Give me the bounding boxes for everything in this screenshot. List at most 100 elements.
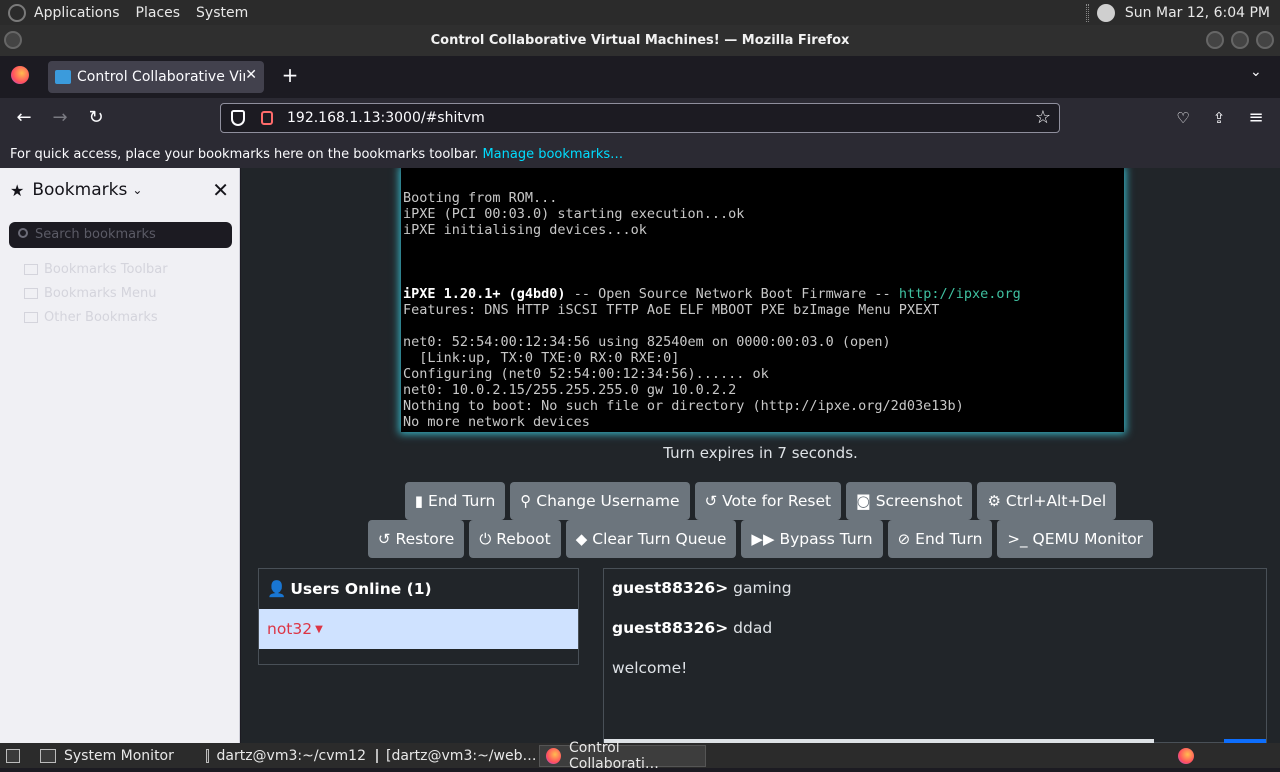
button-label: Clear Turn Queue — [592, 530, 727, 548]
controls-row-2: ↺ Restore ⏻ Reboot ◆ Clear Turn Queue ▶▶ Byp… — [241, 520, 1280, 558]
controls-row-1: ▮ End Turn ⚲ Change Username ↺ Vote for Res… — [241, 482, 1280, 520]
tab-title: Control Collaborative Virtual Machines! — [77, 69, 245, 85]
insecure-lock-icon[interactable] — [261, 111, 273, 125]
button-label: Restore — [395, 530, 455, 548]
chat-message: guest88326> gaming — [612, 579, 792, 597]
tab-cvm[interactable]: Control Collaborative Virtual Machines! … — [48, 61, 264, 93]
reload-icon[interactable]: ↻ — [85, 107, 107, 129]
url-text[interactable]: 192.168.1.13:3000/#shitvm — [287, 110, 485, 126]
caret-down-icon[interactable]: ▼ — [315, 624, 323, 635]
ctrl-alt-del-button[interactable]: ⚙ Ctrl+Alt+Del — [977, 482, 1117, 520]
sidebar-switcher[interactable]: ★ Bookmarks ⌄ — [10, 180, 142, 200]
maximize-icon[interactable] — [1231, 31, 1249, 49]
bookmarks-toolbar: For quick access, place your bookmarks h… — [0, 140, 1280, 168]
chat-user: guest88326> — [612, 619, 729, 637]
extensions-icon[interactable]: ⇪ — [1208, 107, 1230, 129]
camera-icon: ◙ — [856, 492, 871, 510]
task-label: [dartz@vm3:~/web… — [386, 748, 537, 764]
show-desktop-button[interactable] — [0, 745, 28, 767]
terminal-icon: >_ — [1007, 530, 1028, 548]
firefox-view-icon[interactable] — [11, 66, 29, 84]
new-tab-icon[interactable]: + — [280, 63, 300, 87]
qemu-monitor-button[interactable]: >_ QEMU Monitor — [997, 520, 1154, 558]
tab-close-icon[interactable]: ✕ — [245, 67, 257, 83]
system-menu[interactable]: System — [196, 5, 248, 21]
system-top-panel: Applications Places System Sun Mar 12, 6… — [0, 0, 1280, 25]
vm-display[interactable]: Booting from ROM... iPXE (PCI 00:03.0) st… — [401, 168, 1124, 432]
applications-menu[interactable]: Applications — [34, 5, 120, 21]
taskbar-terminal-1[interactable]: dartz@vm3:~/cvm12 — [200, 745, 366, 767]
tracking-protection-icon[interactable] — [231, 110, 245, 126]
toolbar-folder-icon — [24, 264, 38, 275]
username[interactable]: not32 — [267, 620, 312, 638]
bypass-turn-button[interactable]: ▶▶ Bypass Turn — [741, 520, 883, 558]
manage-bookmarks-link[interactable]: Manage bookmarks… — [482, 147, 623, 162]
bookmarks-hint: For quick access, place your bookmarks h… — [10, 146, 479, 162]
bookmarks-star-icon: ★ — [10, 180, 25, 200]
restore-button[interactable]: ↺ Restore — [367, 520, 465, 558]
taskbar-firefox[interactable]: Control Collaborati… — [539, 740, 706, 772]
places-menu[interactable]: Places — [136, 5, 181, 21]
bookmarks-search-input[interactable]: Search bookmarks — [9, 222, 232, 248]
turn-status: Turn expires in 7 seconds. — [663, 444, 858, 462]
screenshot-button[interactable]: ◙ Screenshot — [846, 482, 973, 520]
end-turn-button[interactable]: ▮ End Turn — [404, 482, 506, 520]
forward-icon[interactable]: → — [49, 107, 71, 129]
user-icon: 👤 — [267, 580, 287, 598]
vote-reset-button[interactable]: ↺ Vote for Reset — [694, 482, 842, 520]
button-label: End Turn — [428, 492, 496, 510]
menu-icon[interactable]: ≡ — [1245, 107, 1267, 129]
taskbar-system-monitor[interactable]: System Monitor — [34, 745, 196, 767]
console-line: iPXE 1.20.1+ (g4bd0) -- Open Source Netw… — [403, 286, 1021, 302]
fast-forward-icon: ▶▶ — [751, 530, 775, 548]
tab-strip: Control Collaborative Virtual Machines! … — [0, 56, 1280, 98]
minimize-icon[interactable] — [1206, 31, 1224, 49]
clock[interactable]: Sun Mar 12, 6:04 PM — [1125, 5, 1270, 21]
terminal-icon — [206, 749, 209, 763]
users-online-header: 👤 Users Online (1) — [259, 569, 578, 609]
pocket-icon[interactable]: ♡ — [1172, 107, 1194, 129]
undo-icon: ↺ — [704, 492, 718, 510]
button-label: Bypass Turn — [779, 530, 873, 548]
user-row[interactable]: not32 ▼ — [259, 609, 578, 649]
sidebar-item-other[interactable]: Other Bookmarks — [24, 310, 158, 325]
firefox-tray-icon — [1178, 748, 1194, 764]
eraser-icon: ◆ — [575, 530, 588, 548]
reboot-button[interactable]: ⏻ Reboot — [469, 520, 561, 558]
list-all-tabs-icon[interactable]: ⌄ — [1250, 64, 1262, 80]
button-label: Change Username — [536, 492, 680, 510]
close-window-icon[interactable] — [1256, 31, 1274, 49]
system-logo-icon[interactable] — [8, 3, 26, 22]
change-username-button[interactable]: ⚲ Change Username — [510, 482, 690, 520]
task-label: dartz@vm3:~/cvm12 — [216, 748, 367, 764]
chat-text: welcome! — [612, 659, 688, 677]
sidebar-item-toolbar[interactable]: Bookmarks Toolbar — [24, 262, 168, 277]
users-online-panel: 👤 Users Online (1) not32 ▼ — [258, 568, 579, 665]
sidebar-item-menu[interactable]: Bookmarks Menu — [24, 286, 156, 301]
console-line: Booting from ROM... — [403, 190, 558, 206]
button-label: Vote for Reset — [722, 492, 832, 510]
end-turn-admin-button[interactable]: ⊘ End Turn — [887, 520, 993, 558]
tray-firefox[interactable] — [1172, 745, 1202, 767]
chat-user: guest88326> — [612, 579, 729, 597]
window-menu-icon[interactable] — [4, 31, 22, 49]
power-icon: ⏻ — [479, 530, 492, 548]
taskbar-terminal-2[interactable]: [dartz@vm3:~/web… — [370, 745, 537, 767]
sidebar-close-icon[interactable]: ✕ — [212, 178, 229, 202]
sidebar-item-label: Bookmarks Menu — [44, 286, 157, 301]
window-titlebar: Control Collaborative Virtual Machines! … — [0, 25, 1280, 56]
clear-turn-queue-button[interactable]: ◆ Clear Turn Queue — [565, 520, 737, 558]
volume-icon[interactable] — [1096, 3, 1115, 22]
bookmark-star-icon[interactable]: ☆ — [1035, 107, 1051, 128]
button-label: QEMU Monitor — [1032, 530, 1144, 548]
console-line: Nothing to boot: No such file or directo… — [403, 398, 964, 414]
user-edit-icon: ⚲ — [520, 492, 532, 510]
chat-message: welcome! — [612, 659, 687, 677]
back-icon[interactable]: ← — [13, 107, 35, 129]
console-line: iPXE initialising devices...ok — [403, 222, 647, 238]
address-bar[interactable]: 192.168.1.13:3000/#shitvm ☆ — [220, 103, 1060, 133]
